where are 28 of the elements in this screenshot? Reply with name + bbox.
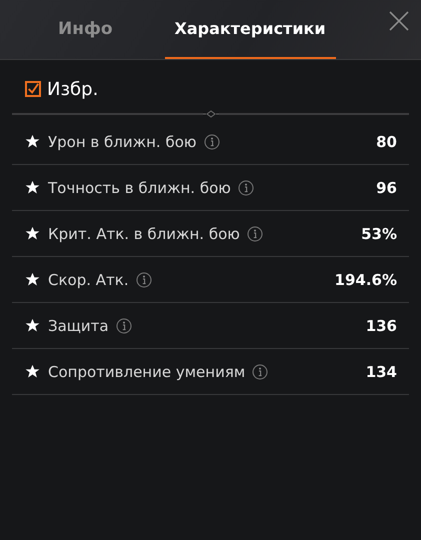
tab[interactable]: Инфо — [48, 0, 123, 59]
stat-value: 80 — [376, 132, 397, 150]
stat-value: 134 — [366, 362, 397, 380]
star-icon[interactable] — [25, 180, 40, 195]
star-icon[interactable] — [25, 318, 40, 333]
info-icon[interactable] — [136, 272, 152, 288]
favorites-label: Избр. — [47, 78, 98, 100]
stat-value: 53% — [361, 224, 397, 242]
info-icon[interactable] — [252, 364, 268, 380]
stat-name: Сопротивление умениям — [48, 362, 246, 380]
info-icon[interactable] — [246, 226, 263, 242]
close-icon[interactable] — [389, 11, 409, 31]
stat-name: Скор. Атк. — [48, 270, 129, 288]
stat-name: Точность в ближн. бою — [48, 178, 231, 196]
info-icon[interactable] — [238, 180, 254, 196]
stat-value: 194.6% — [334, 270, 397, 288]
stat-name: Крит. Атк. в ближн. бою — [48, 224, 240, 242]
favorites-checkbox[interactable] — [25, 81, 41, 97]
info-icon[interactable] — [204, 134, 220, 150]
star-icon[interactable] — [25, 134, 40, 149]
star-icon[interactable] — [25, 364, 40, 379]
stat-value: 136 — [366, 316, 397, 334]
stat-value: 96 — [376, 178, 397, 196]
info-icon[interactable] — [116, 318, 132, 334]
star-icon[interactable] — [25, 272, 40, 287]
stat-name: Защита — [48, 316, 109, 334]
stat-name: Урон в ближн. бою — [48, 132, 197, 150]
star-icon[interactable] — [25, 226, 40, 241]
